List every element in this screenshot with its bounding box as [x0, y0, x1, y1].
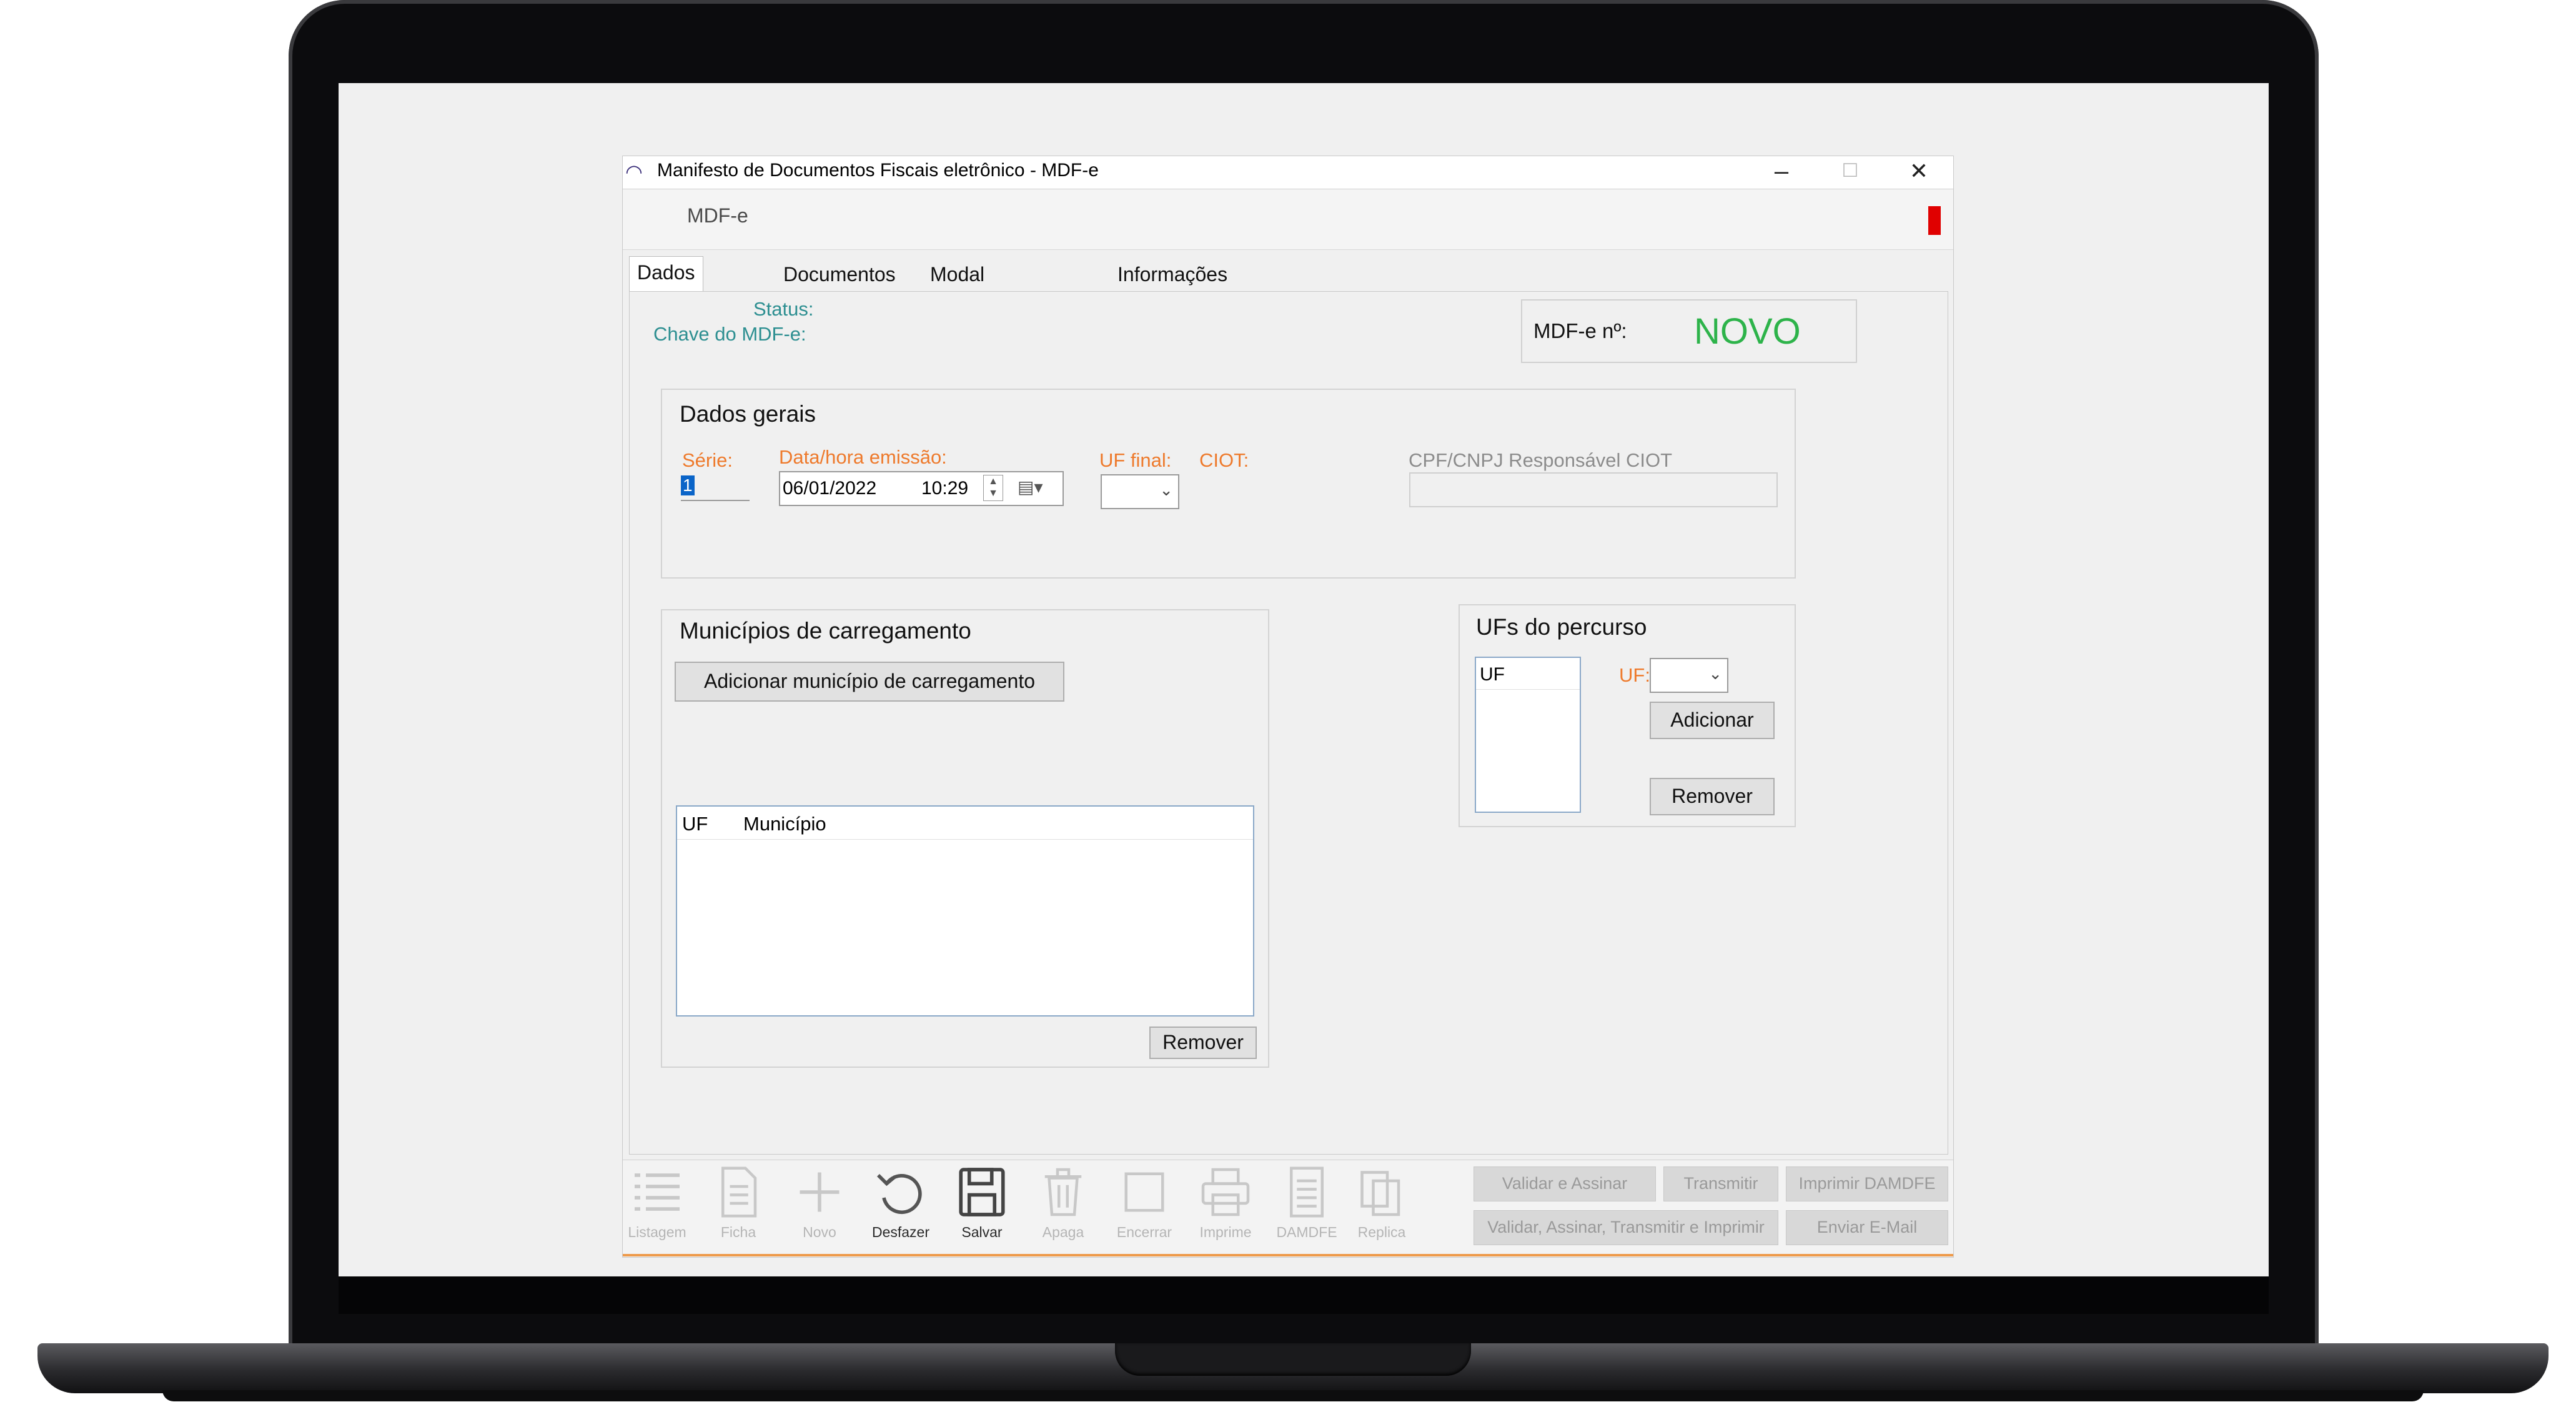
save-icon: [959, 1168, 1005, 1216]
status-marker: [1928, 206, 1941, 235]
toolbar-damdfe[interactable]: DAMDFE: [1272, 1164, 1341, 1251]
minimize-button[interactable]: –: [1747, 156, 1816, 187]
copy-icon: [1360, 1171, 1400, 1216]
title-bar: ◠ Manifesto de Documentos Fiscais eletrô…: [623, 156, 1953, 187]
mdfe-number-box: MDF-e nº: NOVO: [1521, 299, 1857, 363]
toolbar-replica[interactable]: Replica: [1347, 1164, 1416, 1251]
toolbar-label: Ficha: [720, 1224, 756, 1240]
toolbar-imprime[interactable]: Imprime: [1191, 1164, 1260, 1251]
close-button[interactable]: ✕: [1885, 156, 1953, 187]
time-value: 10:29: [921, 478, 969, 499]
mdfe-number-label: MDF-e nº:: [1533, 319, 1627, 342]
ufs-percurso-title: UFs do percurso: [1476, 614, 1647, 640]
municipios-list[interactable]: UF Município: [676, 805, 1254, 1017]
tab-dados-gerais[interactable]: Dados gerais: [629, 256, 703, 315]
remove-uf-button[interactable]: Remover: [1650, 778, 1775, 815]
app-header: MDF-e: [623, 189, 1953, 251]
time-spin-icon[interactable]: ▲ ▼: [983, 475, 1003, 501]
toolbar-desfazer[interactable]: Desfazer: [866, 1164, 935, 1251]
dados-gerais-title: Dados gerais: [680, 401, 816, 427]
uf-select[interactable]: ⌄: [1650, 658, 1728, 693]
ufs-list-header-uf[interactable]: UF: [1480, 664, 1505, 685]
ufs-list-header: UF: [1476, 658, 1580, 690]
enviar-email-button[interactable]: Enviar E-Mail: [1786, 1210, 1948, 1245]
chevron-down-icon: ⌄: [1708, 664, 1722, 683]
municipios-list-header: UF Município: [677, 807, 1253, 840]
uf-final-label: UF final:: [1099, 449, 1172, 471]
square-icon: [1124, 1172, 1164, 1212]
serie-label: Série:: [682, 449, 733, 471]
municipios-title: Municípios de carregamento: [680, 618, 971, 644]
data-hora-input[interactable]: 06/01/2022 10:29 ▲ ▼ ▤▾: [779, 471, 1064, 506]
data-hora-label: Data/hora emissão:: [779, 446, 947, 468]
municipios-group: Municípios de carregamento Adicionar mun…: [661, 609, 1269, 1068]
remove-municipio-button[interactable]: Remover: [1149, 1027, 1257, 1059]
toolbar-label: Desfazer: [871, 1224, 930, 1240]
laptop-base-foot: [162, 1390, 2424, 1401]
toolbar-apaga[interactable]: Apaga: [1029, 1164, 1097, 1251]
toolbar-label: Replica: [1357, 1224, 1406, 1240]
date-value: 06/01/2022: [783, 478, 877, 499]
validar-assinar-button[interactable]: Validar e Assinar: [1474, 1166, 1656, 1201]
cpf-cnpj-ciot-label: CPF/CNPJ Responsável CIOT: [1409, 449, 1673, 471]
uf-final-select[interactable]: ⌄: [1101, 474, 1179, 509]
app-logo-icon: ◠: [625, 161, 643, 183]
undo-icon: [877, 1174, 922, 1215]
screen-bezel: [339, 1276, 2269, 1314]
toolbar-ficha[interactable]: Ficha: [704, 1164, 773, 1251]
window-title: Manifesto de Documentos Fiscais eletrôni…: [657, 160, 1099, 181]
list-icon: [635, 1173, 680, 1211]
report-icon: [1290, 1166, 1324, 1218]
tab-informacoes-adicionais[interactable]: Informações Adicionais: [1110, 259, 1235, 317]
mdfe-window: ◠ Manifesto de Documentos Fiscais eletrô…: [622, 156, 1954, 1258]
add-uf-button[interactable]: Adicionar: [1650, 702, 1775, 739]
tab-modal-rodoviario[interactable]: Modal rodoviário: [923, 259, 1026, 317]
document-icon: [721, 1166, 757, 1218]
serie-input[interactable]: 1: [681, 472, 750, 501]
chevron-down-icon: ⌄: [1159, 480, 1173, 499]
toolbar-label: Imprime: [1199, 1224, 1252, 1240]
add-municipio-button[interactable]: Adicionar município de carregamento: [675, 662, 1064, 702]
toolbar-label: Novo: [803, 1224, 836, 1240]
cpf-cnpj-ciot-input[interactable]: [1409, 472, 1778, 507]
trash-icon: [1044, 1168, 1082, 1216]
uf-label: UF:: [1619, 664, 1650, 686]
chave-label: Chave do MDF-e:: [653, 323, 806, 345]
col-uf-header[interactable]: UF: [682, 813, 708, 835]
toolbar-label: Listagem: [628, 1224, 686, 1240]
laptop-notch: [1115, 1343, 1471, 1376]
toolbar-salvar[interactable]: Salvar: [948, 1164, 1016, 1251]
transmitir-button[interactable]: Transmitir: [1663, 1166, 1778, 1201]
toolbar-label: Encerrar: [1116, 1224, 1172, 1240]
toolbar-label: Apaga: [1042, 1224, 1084, 1240]
tab-documentos[interactable]: Documentos: [776, 259, 903, 291]
status-label: Status:: [753, 298, 814, 320]
window-body: Dados gerais Documentos Modal rodoviário…: [623, 250, 1953, 1257]
ufs-percurso-list[interactable]: UF: [1475, 657, 1581, 813]
bottom-toolbar: Listagem Ficha Novo Desfazer Salvar Apag…: [623, 1160, 1953, 1256]
maximize-button[interactable]: ☐: [1816, 156, 1885, 187]
dados-gerais-group: Dados gerais Série: 1 Data/hora emissão:…: [661, 389, 1796, 579]
validar-assinar-transmitir-imprimir-button[interactable]: Validar, Assinar, Transmitir e Imprimir: [1474, 1210, 1778, 1245]
toolbar-label: DAMDFE: [1276, 1224, 1337, 1240]
header-label: MDF-e: [687, 204, 748, 227]
ufs-percurso-group: UFs do percurso UF UF: ⌄ Adicionar Remov…: [1459, 604, 1796, 827]
mdfe-number-value: NOVO: [1694, 311, 1801, 352]
serie-value: 1: [681, 475, 695, 495]
toolbar-listagem[interactable]: Listagem: [623, 1164, 691, 1251]
ciot-label: CIOT:: [1199, 449, 1249, 471]
imprimir-damdfe-button[interactable]: Imprimir DAMDFE: [1786, 1166, 1948, 1201]
toolbar-encerrar[interactable]: Encerrar: [1110, 1164, 1179, 1251]
calendar-dropdown-icon[interactable]: ▤▾: [1018, 477, 1043, 497]
toolbar-label: Salvar: [961, 1224, 1003, 1240]
toolbar-novo[interactable]: Novo: [785, 1164, 854, 1251]
col-municipio-header[interactable]: Município: [743, 813, 826, 835]
tab-panel: Status: Chave do MDF-e: MDF-e nº: NOVO D…: [629, 291, 1948, 1155]
printer-icon: [1201, 1168, 1250, 1216]
plus-icon: [800, 1172, 840, 1212]
